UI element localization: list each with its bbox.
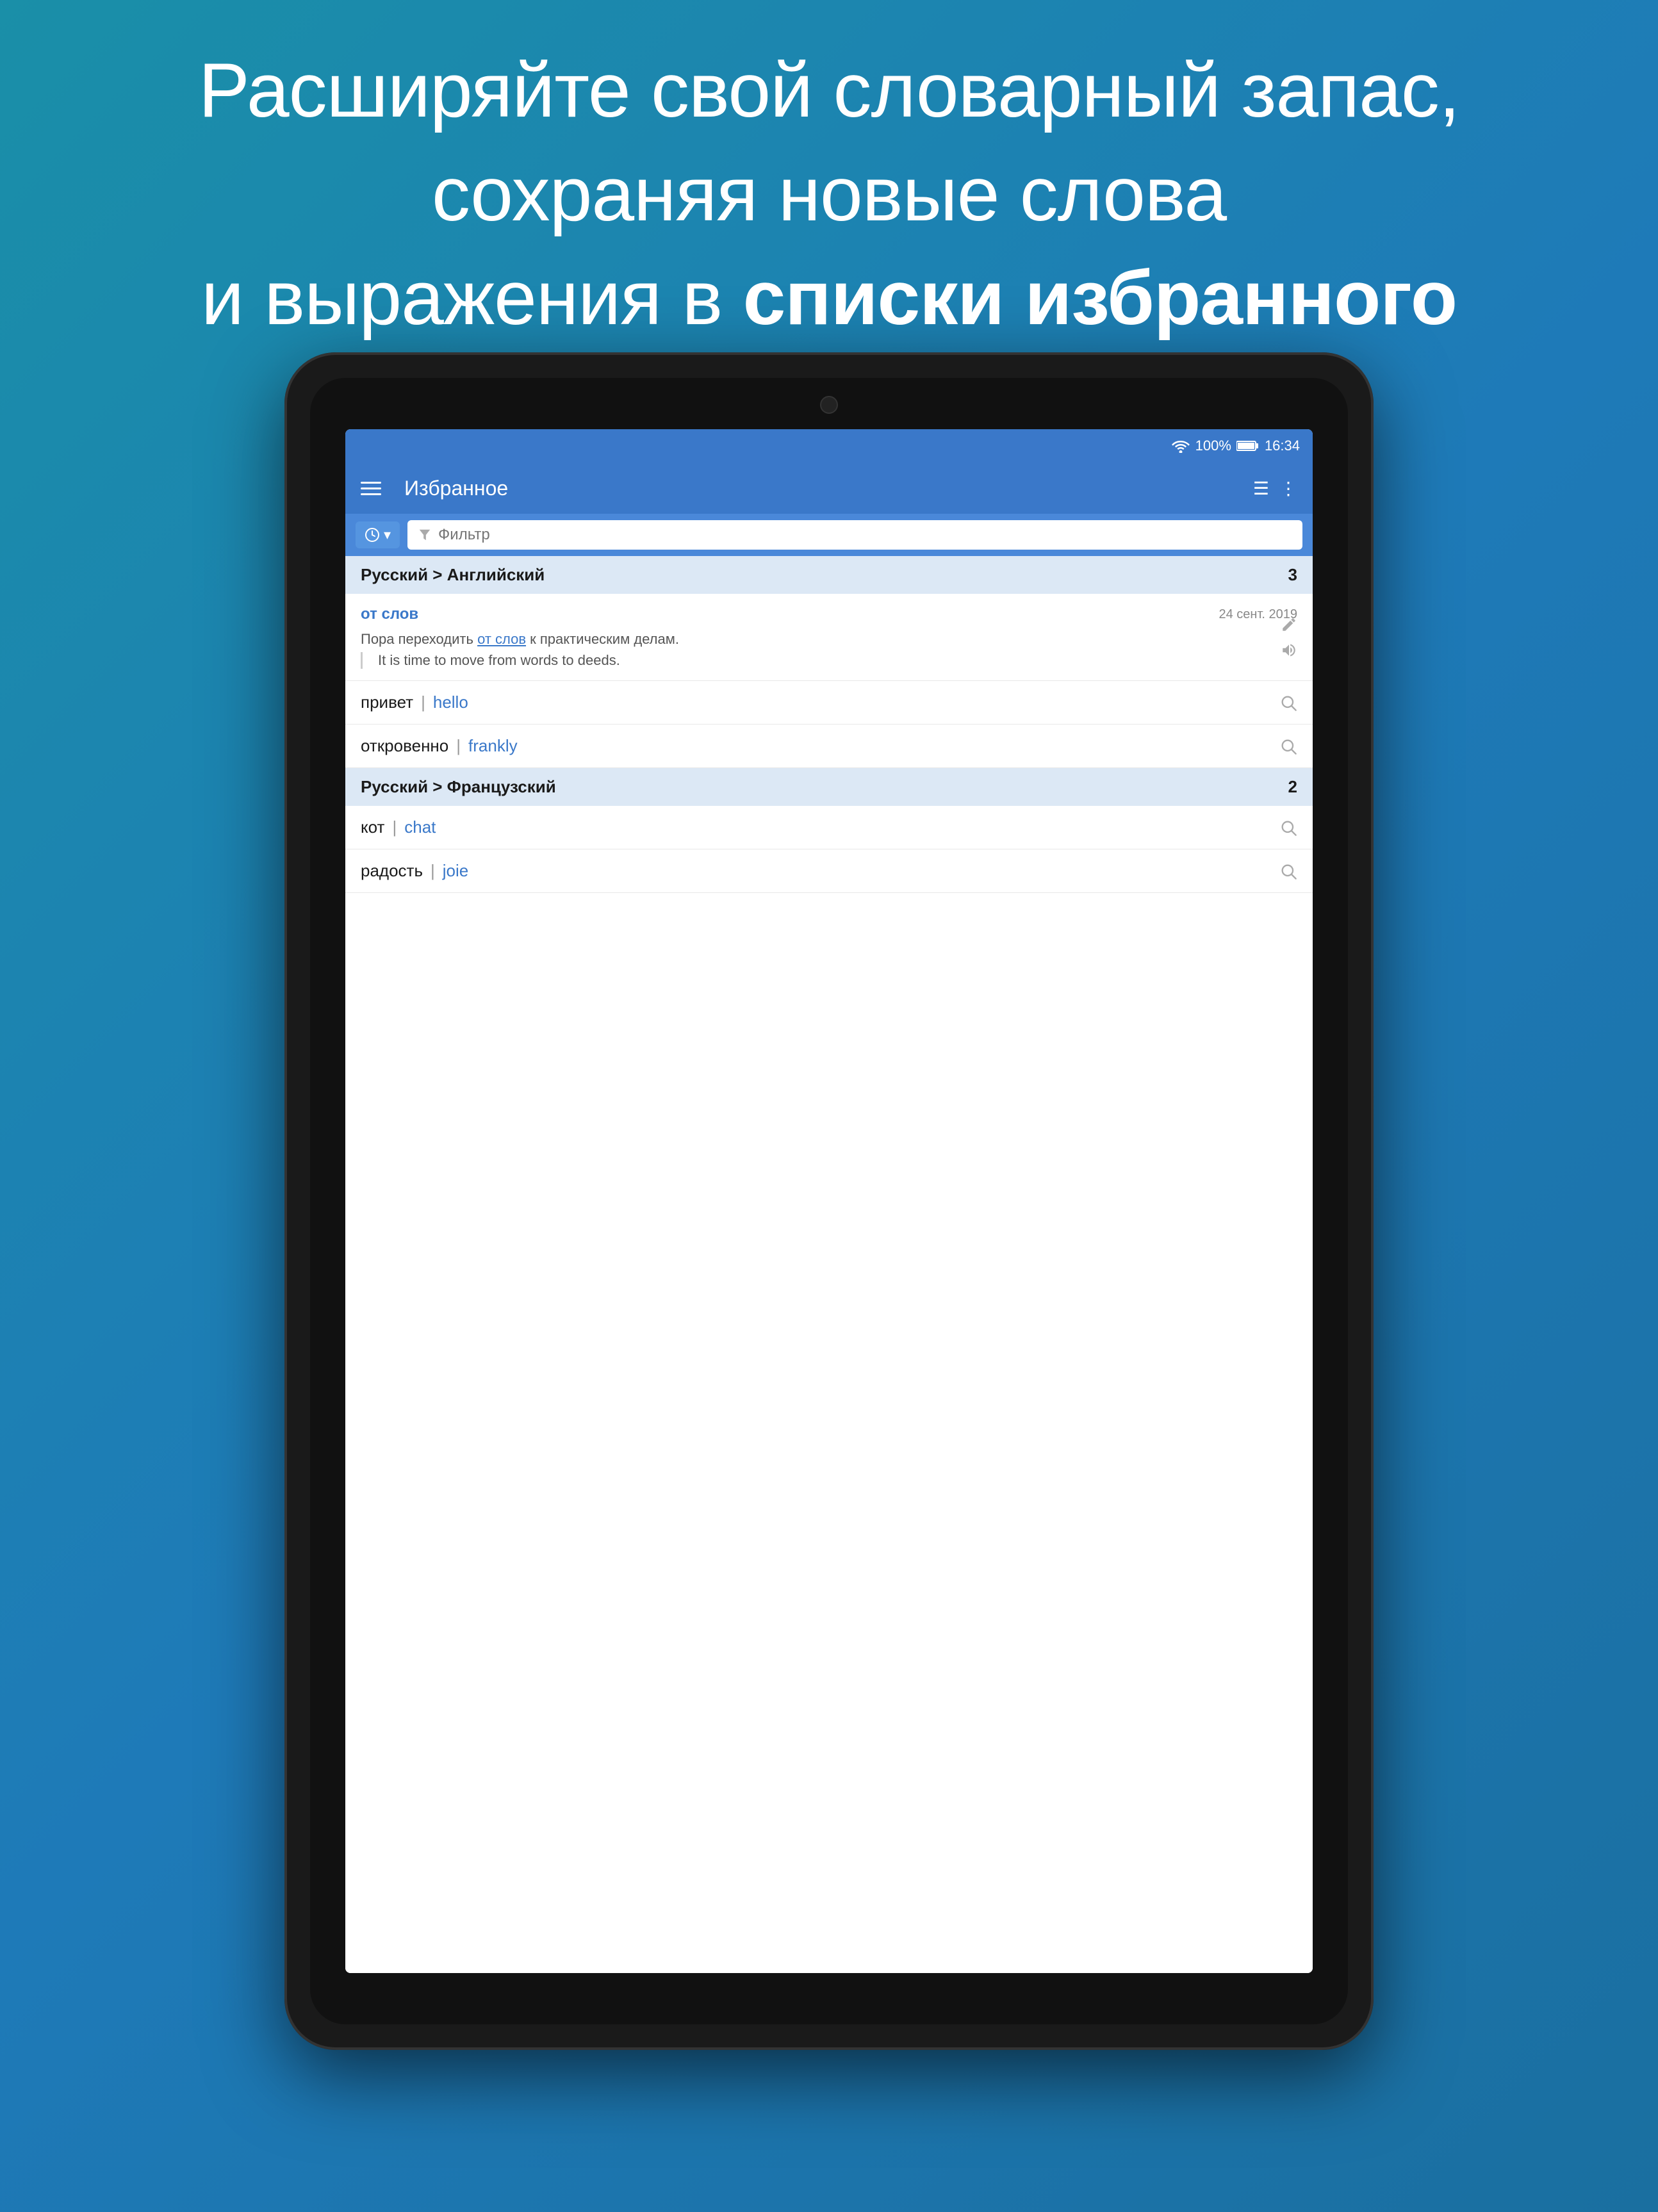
time-filter-button[interactable]: ▾: [356, 521, 400, 548]
promo-header: Расширяйте свой словарный запас, сохраня…: [0, 38, 1658, 350]
word-pair-kot: кот | chat: [361, 817, 436, 837]
tablet-device: 100% 16:34: [284, 352, 1374, 2050]
tablet-camera: [820, 396, 838, 414]
phrase-item-ot-slov: от слов 24 сент. 2019 Пора переходить от…: [345, 594, 1313, 681]
phrase-item-icons: [1281, 616, 1297, 659]
section-ru-fr-header: Русский > Французский 2: [345, 768, 1313, 806]
clock-icon: [365, 527, 380, 543]
word-pair-otkrovenno: откровенно | frankly: [361, 736, 518, 756]
filter-bar: ▾: [345, 514, 1313, 556]
word-divider-otkrovenno: |: [456, 736, 461, 756]
word-divider-radost: |: [431, 861, 435, 881]
wifi-icon: [1171, 439, 1190, 453]
search-icon-radost[interactable]: [1279, 862, 1297, 880]
hamburger-menu-button[interactable]: [361, 482, 381, 495]
status-bar: 100% 16:34: [345, 429, 1313, 463]
content-area: Русский > Английский 3 от слов 24 сент. …: [345, 556, 1313, 1973]
sound-icon[interactable]: [1281, 642, 1297, 659]
status-icons: 100% 16:34: [1171, 438, 1300, 454]
section-ru-fr-count: 2: [1288, 777, 1297, 797]
app-title: Избранное: [404, 477, 1240, 500]
time-filter-label: ▾: [384, 527, 391, 543]
word-item-radost: радость | joie: [345, 849, 1313, 893]
header-line2: сохраняя новые слова: [432, 151, 1226, 237]
word-source-kot: кот: [361, 817, 384, 837]
header-line1: Расширяйте свой словарный запас,: [199, 47, 1459, 133]
hamburger-line-2: [361, 487, 381, 489]
word-pair-radost: радость | joie: [361, 861, 468, 881]
search-icon-privet[interactable]: [1279, 694, 1297, 712]
search-icon-otkrovenno[interactable]: [1279, 737, 1297, 755]
section-ru-en-title: Русский > Английский: [361, 565, 545, 585]
empty-content-area: [345, 893, 1313, 1277]
filter-input[interactable]: [438, 526, 1292, 544]
word-source-otkrovenno: откровенно: [361, 736, 448, 756]
header-line3-bold: списки избранного: [743, 255, 1457, 341]
filter-icon: [418, 528, 432, 542]
word-source-privet: привет: [361, 692, 413, 712]
phrase-translated-text: It is time to move from words to deeds.: [361, 652, 1297, 669]
tablet-screen: 100% 16:34: [345, 429, 1313, 1973]
word-pair-privet: привет | hello: [361, 692, 468, 712]
word-translation-radost: joie: [443, 861, 468, 881]
time-status: 16:34: [1265, 438, 1300, 454]
word-translation-otkrovenno: frankly: [468, 736, 518, 756]
word-item-kot: кот | chat: [345, 806, 1313, 849]
header-line3-normal: и выражения в: [201, 255, 743, 341]
section-ru-fr-title: Русский > Французский: [361, 777, 556, 797]
word-source-radost: радость: [361, 861, 423, 881]
word-item-otkrovenno: откровенно | frankly: [345, 725, 1313, 768]
phrase-source-text: от слов: [361, 605, 418, 623]
more-options-button[interactable]: ⋮: [1279, 478, 1297, 499]
word-divider-kot: |: [392, 817, 397, 837]
hamburger-line-1: [361, 482, 381, 484]
tablet-outer-bezel: 100% 16:34: [284, 352, 1374, 2050]
filter-input-wrapper[interactable]: [407, 520, 1302, 550]
section-ru-en-count: 3: [1288, 565, 1297, 585]
list-view-button[interactable]: ☰: [1253, 478, 1269, 499]
search-icon-kot[interactable]: [1279, 819, 1297, 837]
word-item-privet: привет | hello: [345, 681, 1313, 725]
phrase-item-header: от слов 24 сент. 2019: [361, 605, 1297, 623]
hamburger-line-3: [361, 493, 381, 495]
section-ru-en-header: Русский > Английский 3: [345, 556, 1313, 594]
app-bar: Избранное ☰ ⋮: [345, 463, 1313, 514]
phrase-highlight: от слов: [477, 631, 526, 647]
app-bar-actions: ☰ ⋮: [1253, 478, 1297, 499]
battery-icon: [1236, 440, 1260, 452]
word-divider-privet: |: [421, 692, 425, 712]
word-translation-kot: chat: [404, 817, 436, 837]
tablet-inner-bezel: 100% 16:34: [310, 378, 1348, 2024]
phrase-original-text: Пора переходить от слов к практическим д…: [361, 628, 1297, 650]
battery-status: 100%: [1195, 438, 1231, 454]
edit-icon[interactable]: [1281, 616, 1297, 633]
word-translation-privet: hello: [433, 692, 468, 712]
